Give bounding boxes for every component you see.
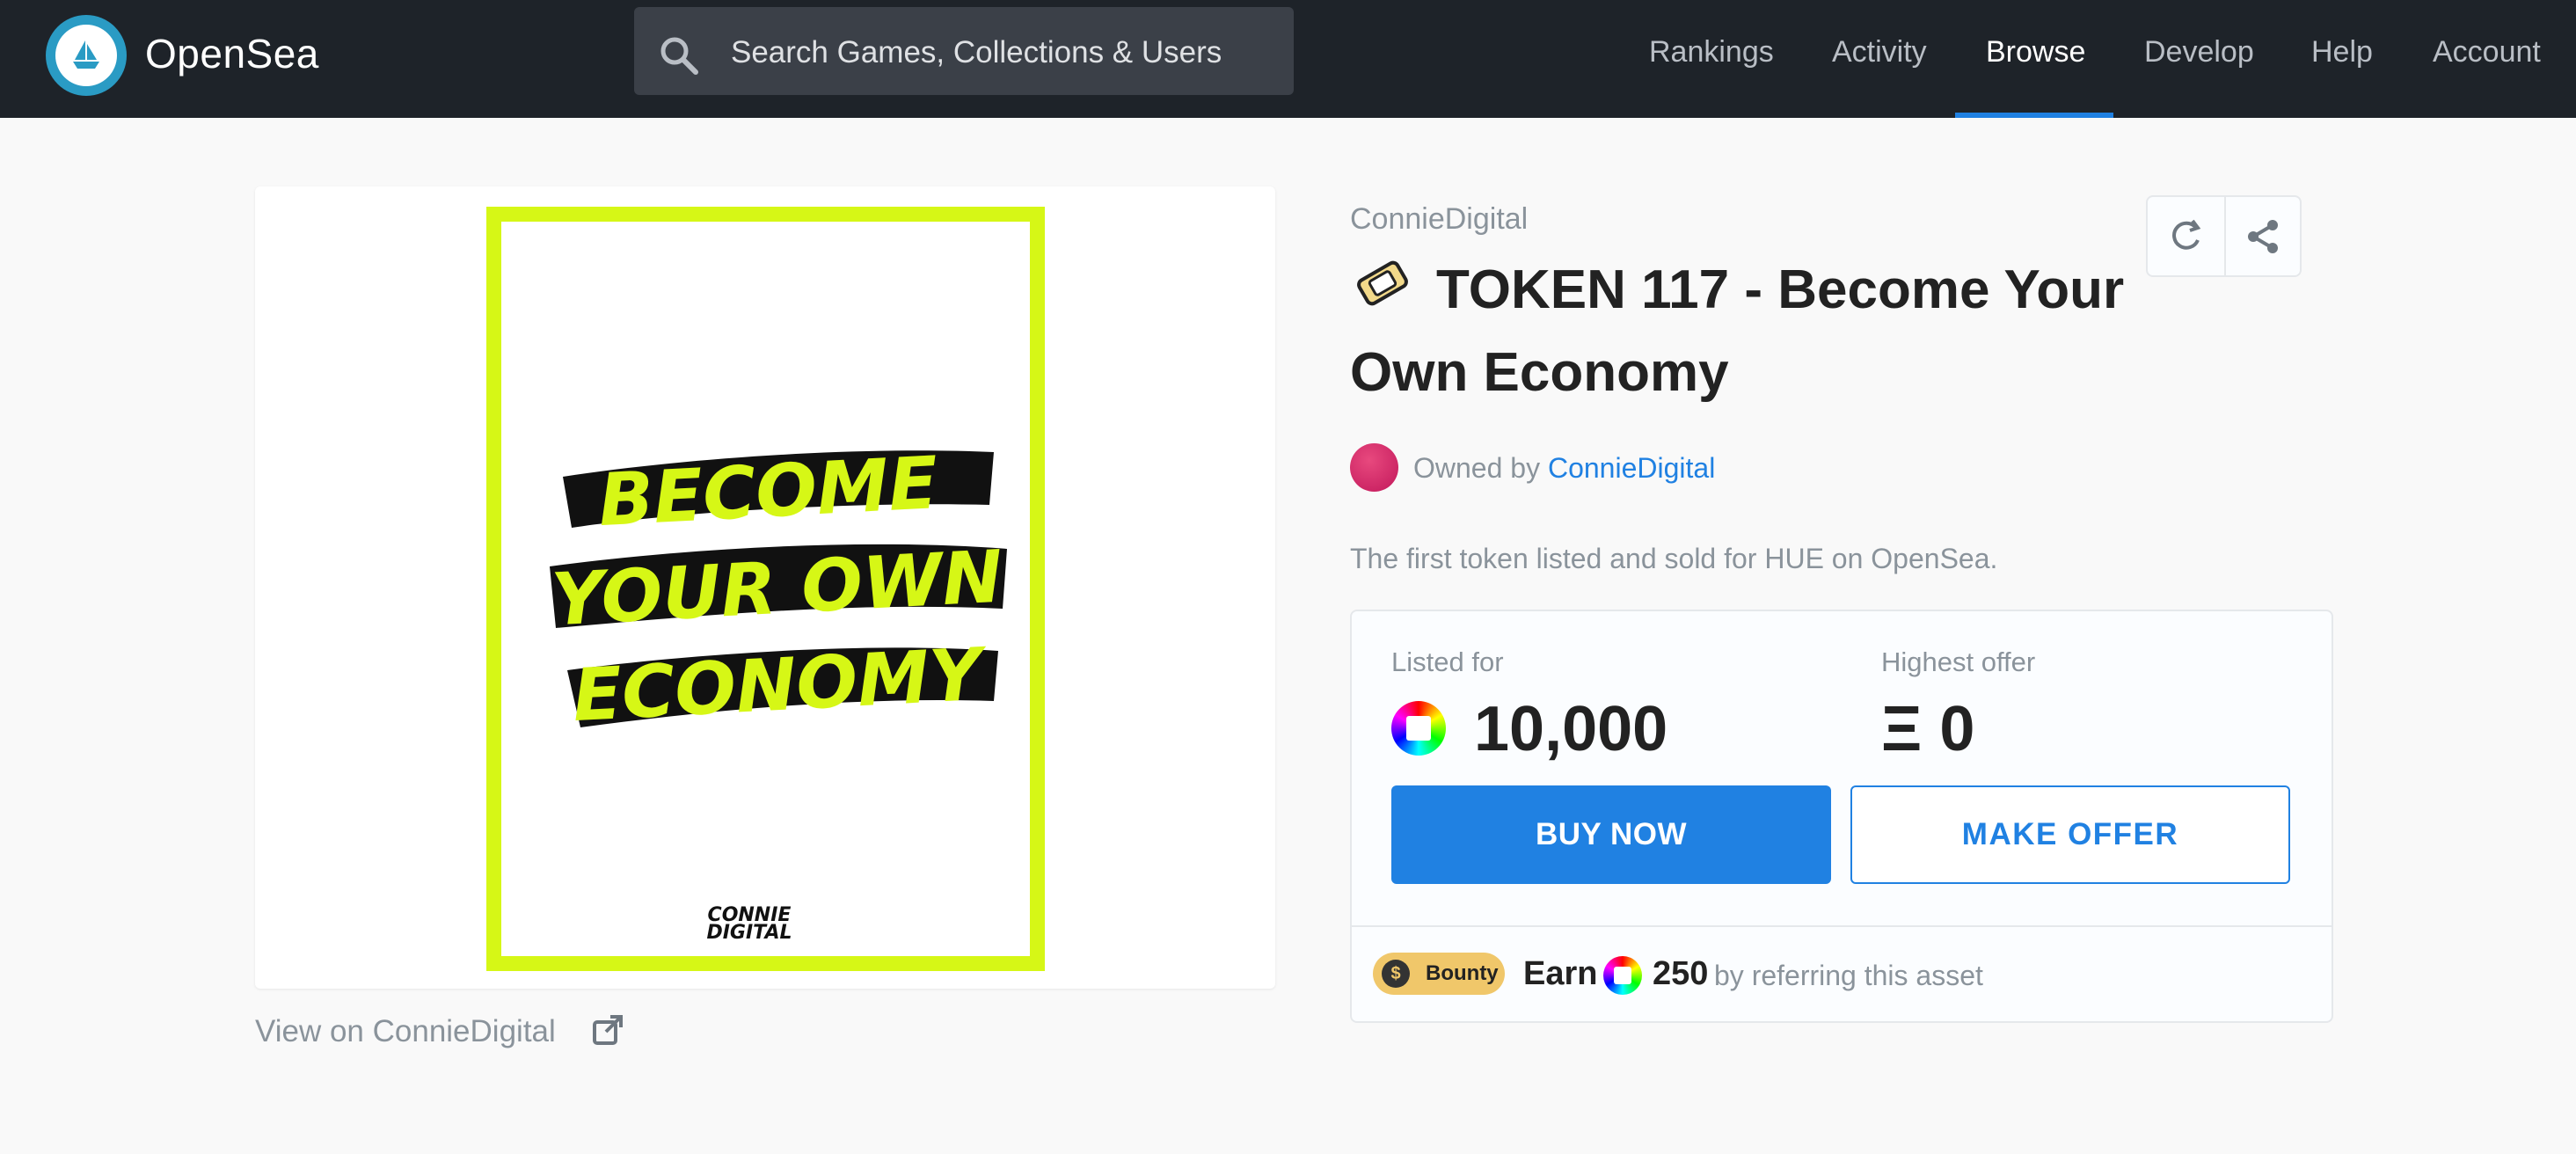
active-nav-indicator xyxy=(1955,113,2113,118)
bounty-badge[interactable]: $ Bounty xyxy=(1373,953,1505,995)
top-navbar: OpenSea Search Games, Collections & User… xyxy=(0,0,2576,118)
earn-amount: 250 xyxy=(1653,955,1709,992)
highest-offer-label: Highest offer xyxy=(1881,646,2036,677)
asset-image[interactable]: BECOME YOUR OWN ECONOMY CONNIE DIGITAL xyxy=(486,207,1045,971)
asset-title: TOKEN 117 - Become Your Own Economy xyxy=(1350,259,2125,403)
share-icon xyxy=(2247,219,2278,253)
opensea-logo[interactable] xyxy=(46,15,127,96)
dollar-coin-icon: $ xyxy=(1382,960,1410,988)
nav-help[interactable]: Help xyxy=(2311,35,2373,69)
search-icon xyxy=(660,37,698,75)
highest-offer-value: Ξ 0 xyxy=(1881,694,1975,764)
hue-coin-icon xyxy=(1391,701,1446,756)
price-card: Listed for 10,000 Highest offer Ξ 0 BUY … xyxy=(1350,610,2333,1023)
listed-price: 10,000 xyxy=(1474,694,1668,764)
refresh-icon xyxy=(2172,219,2201,250)
poster-line-3: ECONOMY xyxy=(571,633,990,739)
nav-develop[interactable]: Develop xyxy=(2144,35,2254,69)
make-offer-button[interactable]: MAKE OFFER xyxy=(1850,785,2290,884)
poster-line-1: BECOME xyxy=(596,442,939,543)
search-input[interactable]: Search Games, Collections & Users xyxy=(731,35,1222,70)
owner-avatar[interactable] xyxy=(1350,443,1398,492)
ship-icon xyxy=(55,25,117,86)
divider xyxy=(1352,925,2332,927)
nav-rankings[interactable]: Rankings xyxy=(1649,35,1774,69)
external-link-icon[interactable] xyxy=(592,1014,624,1046)
owner-link[interactable]: ConnieDigital xyxy=(1548,452,1715,484)
nav-browse[interactable]: Browse xyxy=(1986,35,2085,69)
earn-label: Earn xyxy=(1523,955,1598,992)
poster-line-2: YOUR OWN xyxy=(550,536,1005,643)
asset-description: The first token listed and sold for HUE … xyxy=(1350,543,1998,574)
bounty-label: Bounty xyxy=(1426,961,1499,985)
listed-for-label: Listed for xyxy=(1391,646,1504,677)
earn-suffix: by referring this asset xyxy=(1714,960,1983,991)
poster-artwork: BECOME YOUR OWN ECONOMY CONNIE DIGITAL xyxy=(550,442,1007,944)
nav-account[interactable]: Account xyxy=(2433,35,2541,69)
brand-name[interactable]: OpenSea xyxy=(145,30,319,77)
owner-line: Owned by ConnieDigital xyxy=(1413,452,1715,485)
search-bar[interactable]: Search Games, Collections & Users xyxy=(634,7,1294,95)
collection-name[interactable]: ConnieDigital xyxy=(1350,202,1528,237)
share-button[interactable] xyxy=(2223,197,2301,275)
nav-activity[interactable]: Activity xyxy=(1832,35,1927,69)
asset-actions xyxy=(2146,195,2302,277)
view-on-site-link[interactable]: View on ConnieDigital xyxy=(255,1014,556,1049)
signature-line-2: DIGITAL xyxy=(706,922,792,944)
hue-coin-small-icon xyxy=(1603,956,1642,995)
buy-now-button[interactable]: BUY NOW xyxy=(1391,785,1831,884)
refresh-button[interactable] xyxy=(2148,197,2224,275)
owned-by-label: Owned by xyxy=(1413,452,1541,484)
